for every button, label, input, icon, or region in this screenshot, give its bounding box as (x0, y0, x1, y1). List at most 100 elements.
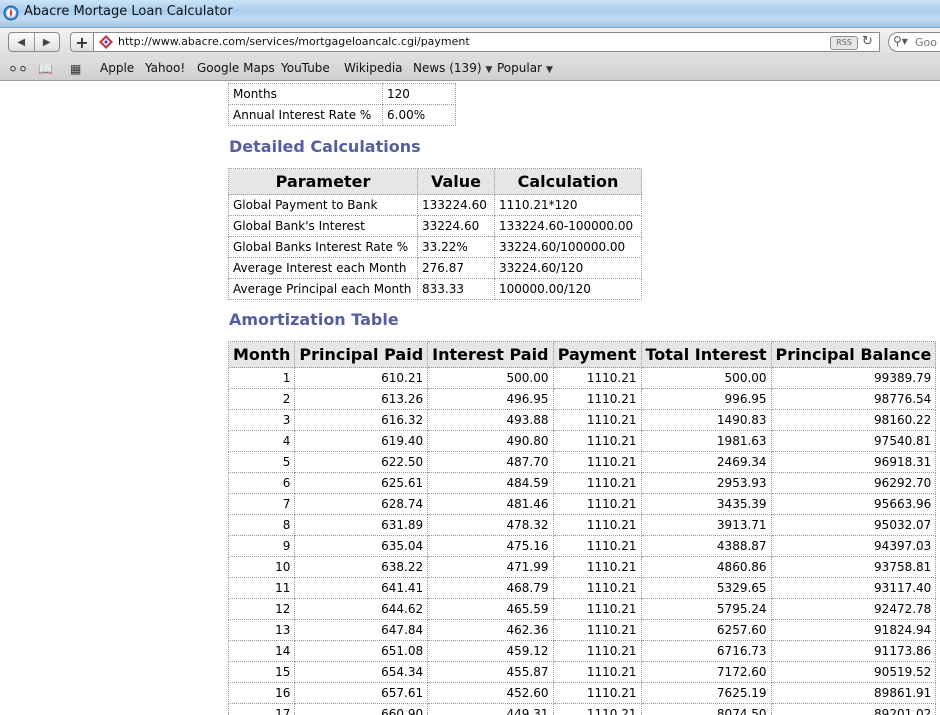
table-cell: 33224.60 (417, 215, 495, 237)
table-cell: 133224.60-100000.00 (494, 215, 642, 237)
detailed-calculations-heading: Detailed Calculations (229, 137, 421, 156)
table-cell: 500.00 (427, 367, 554, 389)
table-cell: 496.95 (427, 388, 554, 410)
table-cell: 493.88 (427, 409, 554, 431)
add-bookmark-button[interactable]: + (70, 32, 94, 52)
table-header-row: Month Principal Paid Interest Paid Payme… (227, 341, 937, 368)
address-bar[interactable]: http://www.abacre.com/services/mortgagel… (94, 32, 880, 52)
inputs-table: Months 120 Annual Interest Rate % 6.00% (228, 83, 456, 126)
table-cell: 99389.79 (770, 367, 937, 389)
nav-buttons: ◀ ▶ (8, 32, 60, 52)
table-row: 10 638.22 471.99 1110.21 4860.86 93758.81 (227, 556, 937, 578)
table-cell: 465.59 (427, 598, 554, 620)
table-cell: 459.12 (427, 640, 554, 662)
column-header: Parameter (228, 168, 418, 195)
table-row: 17 660.90 449.31 1110.21 8074.50 89201.02 (227, 703, 937, 715)
top-sites-grid-icon[interactable]: ▦ (70, 62, 81, 76)
table-cell: 8 (227, 514, 296, 536)
url-text[interactable]: http://www.abacre.com/services/mortgagel… (118, 35, 470, 48)
table-cell: 90519.52 (770, 661, 937, 683)
table-cell: 619.40 (294, 430, 429, 452)
search-field[interactable]: ⚲▾ Goo (888, 32, 940, 52)
table-cell: 5 (227, 451, 296, 473)
bookmark-apple[interactable]: Apple (100, 61, 134, 75)
table-cell: 7 (227, 493, 296, 515)
bookmark-popular[interactable]: Popular ▼ (497, 61, 553, 75)
book-icon[interactable]: 📖 (38, 62, 53, 76)
table-cell: 833.33 (417, 278, 495, 300)
table-cell: 7625.19 (640, 682, 772, 704)
table-cell: 1490.83 (640, 409, 772, 431)
page-content: Months 120 Annual Interest Rate % 6.00% … (0, 81, 940, 715)
table-cell: 93117.40 (770, 577, 937, 599)
table-cell: 95032.07 (770, 514, 937, 536)
bookmark-news[interactable]: News (139) ▼ (413, 61, 492, 75)
table-cell: 1981.63 (640, 430, 772, 452)
site-favicon-icon (99, 35, 113, 49)
amortization-table: Month Principal Paid Interest Paid Payme… (227, 341, 937, 715)
table-cell: 98160.22 (770, 409, 937, 431)
table-cell: 8074.50 (640, 703, 772, 715)
column-header: Value (417, 168, 495, 195)
table-row: 9 635.04 475.16 1110.21 4388.87 94397.03 (227, 535, 937, 557)
table-cell: 1110.21 (552, 409, 642, 431)
table-row: 5 622.50 487.70 1110.21 2469.34 96918.31 (227, 451, 937, 473)
column-header: Principal Paid (294, 341, 429, 368)
table-row: Global Banks Interest Rate % 33.22% 33224.… (228, 236, 642, 258)
table-row: 16 657.61 452.60 1110.21 7625.19 89861.91 (227, 682, 937, 704)
table-cell: 17 (227, 703, 296, 715)
table-cell: 33.22% (417, 236, 495, 258)
table-cell: 97540.81 (770, 430, 937, 452)
table-cell: 1110.21 (552, 451, 642, 473)
reading-list-icon[interactable]: ⚪⚪ (8, 62, 28, 76)
table-cell: 3435.39 (640, 493, 772, 515)
rss-button[interactable]: RSS (830, 36, 858, 50)
table-cell: 5795.24 (640, 598, 772, 620)
table-cell: 625.61 (294, 472, 429, 494)
table-cell: 6716.73 (640, 640, 772, 662)
bookmark-yahoo[interactable]: Yahoo! (145, 61, 185, 75)
table-cell: 276.87 (417, 257, 495, 279)
bookmark-google-maps[interactable]: Google Maps (197, 61, 275, 75)
table-cell: Global Banks Interest Rate % (228, 236, 418, 258)
bookmark-youtube[interactable]: YouTube (281, 61, 330, 75)
table-cell: 449.31 (427, 703, 554, 715)
table-cell: 95663.96 (770, 493, 937, 515)
table-cell: 3913.71 (640, 514, 772, 536)
table-cell: 484.59 (427, 472, 554, 494)
back-button[interactable]: ◀ (9, 33, 35, 51)
table-cell: 1110.21 (552, 640, 642, 662)
column-header: Calculation (494, 168, 642, 195)
input-value: 6.00% (382, 104, 456, 126)
input-value: 120 (382, 83, 456, 105)
table-row: Annual Interest Rate % 6.00% (228, 104, 456, 126)
table-cell: 16 (227, 682, 296, 704)
table-cell: 1110.21 (552, 430, 642, 452)
table-row: 11 641.41 468.79 1110.21 5329.65 93117.40 (227, 577, 937, 599)
table-cell: Global Bank's Interest (228, 215, 418, 237)
table-cell: 2953.93 (640, 472, 772, 494)
table-cell: 1 (227, 367, 296, 389)
table-cell: 1110.21 (552, 703, 642, 715)
table-cell: 657.61 (294, 682, 429, 704)
reload-icon[interactable]: ↻ (862, 34, 873, 49)
column-header: Payment (552, 341, 642, 368)
table-cell: 452.60 (427, 682, 554, 704)
table-row: 8 631.89 478.32 1110.21 3913.71 95032.07 (227, 514, 937, 536)
table-cell: 133224.60 (417, 194, 495, 216)
search-icon[interactable]: ⚲▾ (893, 34, 908, 48)
table-row: 7 628.74 481.46 1110.21 3435.39 95663.96 (227, 493, 937, 515)
table-cell: 455.87 (427, 661, 554, 683)
bookmark-wikipedia[interactable]: Wikipedia (344, 61, 403, 75)
browser-toolbar: ◀ ▶ + http://www.abacre.com/services/mor… (0, 28, 940, 58)
table-cell: 1110.21 (552, 535, 642, 557)
table-cell: 98776.54 (770, 388, 937, 410)
table-cell: 647.84 (294, 619, 429, 641)
table-cell: Average Interest each Month (228, 257, 418, 279)
table-cell: 33224.60/100000.00 (494, 236, 642, 258)
table-cell: 1110.21 (552, 661, 642, 683)
input-label: Months (228, 83, 383, 105)
table-row: 3 616.32 493.88 1110.21 1490.83 98160.22 (227, 409, 937, 431)
forward-button[interactable]: ▶ (35, 33, 60, 51)
table-cell: 93758.81 (770, 556, 937, 578)
